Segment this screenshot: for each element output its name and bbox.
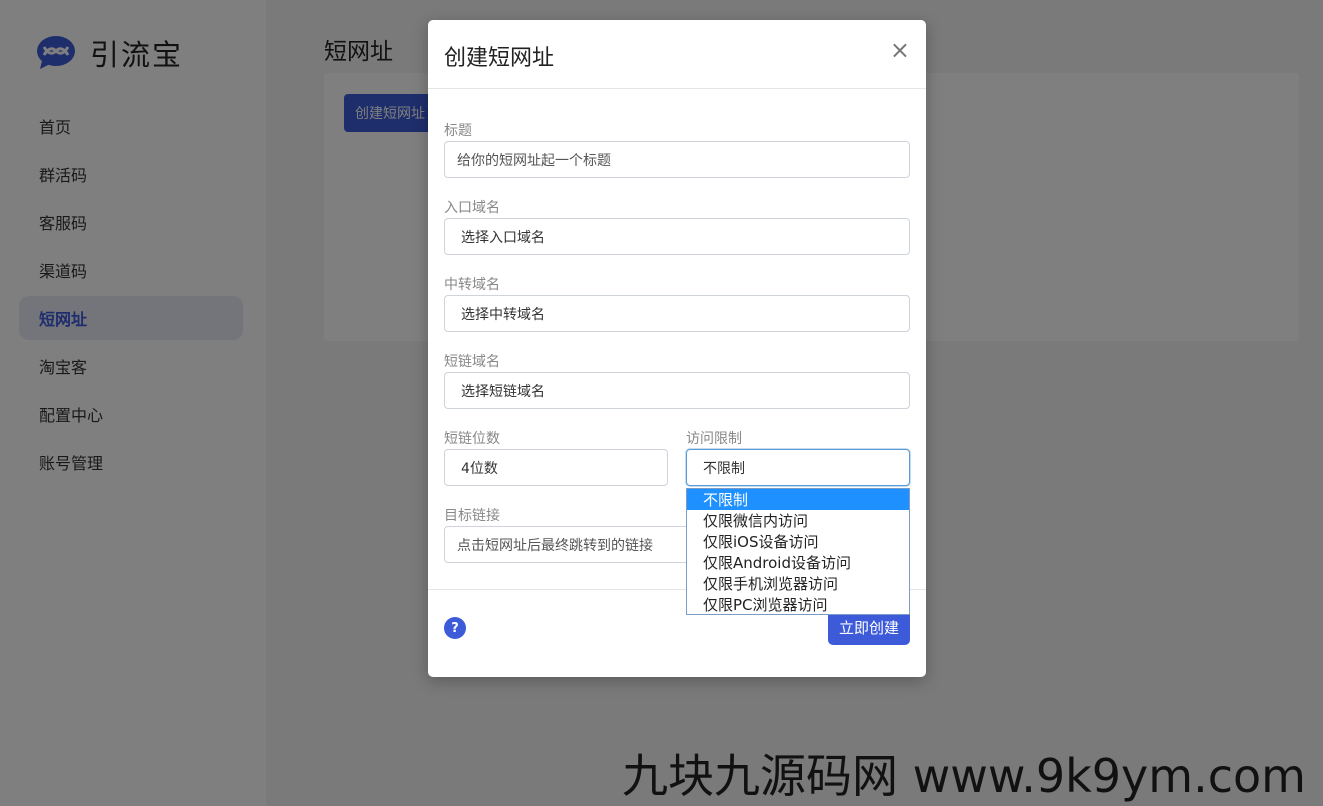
dropdown-option[interactable]: 仅限微信内访问 xyxy=(687,510,909,531)
dropdown-option[interactable]: 仅限手机浏览器访问 xyxy=(687,573,909,594)
dropdown-option[interactable]: 仅限PC浏览器访问 xyxy=(687,594,909,615)
access-label: 访问限制 xyxy=(686,431,742,447)
access-dropdown-list: 不限制 仅限微信内访问 仅限iOS设备访问 仅限Android设备访问 仅限手机… xyxy=(686,488,910,615)
short-domain-select[interactable]: 选择短链域名 xyxy=(444,372,910,409)
modal-header: 创建短网址 × xyxy=(428,20,926,89)
digits-col: 短链位数 4位数 xyxy=(444,428,668,505)
digits-label: 短链位数 xyxy=(444,431,500,447)
modal-title: 创建短网址 xyxy=(444,46,555,71)
help-icon[interactable]: ? xyxy=(444,617,466,639)
dropdown-option[interactable]: 不限制 xyxy=(687,489,909,510)
entry-domain-label: 入口域名 xyxy=(444,200,500,216)
access-select[interactable]: 不限制 xyxy=(686,449,910,486)
digits-select[interactable]: 4位数 xyxy=(444,449,668,486)
title-input[interactable]: 给你的短网址起一个标题 xyxy=(444,141,910,178)
dropdown-option[interactable]: 仅限iOS设备访问 xyxy=(687,531,909,552)
dropdown-option[interactable]: 仅限Android设备访问 xyxy=(687,552,909,573)
create-now-button[interactable]: 立即创建 xyxy=(828,610,910,645)
watermark-text: 九块九源码网 www.9k9ym.com xyxy=(622,749,1306,803)
title-label: 标题 xyxy=(444,123,472,139)
short-domain-label: 短链域名 xyxy=(444,354,500,370)
relay-domain-select[interactable]: 选择中转域名 xyxy=(444,295,910,332)
entry-domain-select[interactable]: 选择入口域名 xyxy=(444,218,910,255)
relay-domain-label: 中转域名 xyxy=(444,277,500,293)
close-icon[interactable]: × xyxy=(890,38,910,62)
